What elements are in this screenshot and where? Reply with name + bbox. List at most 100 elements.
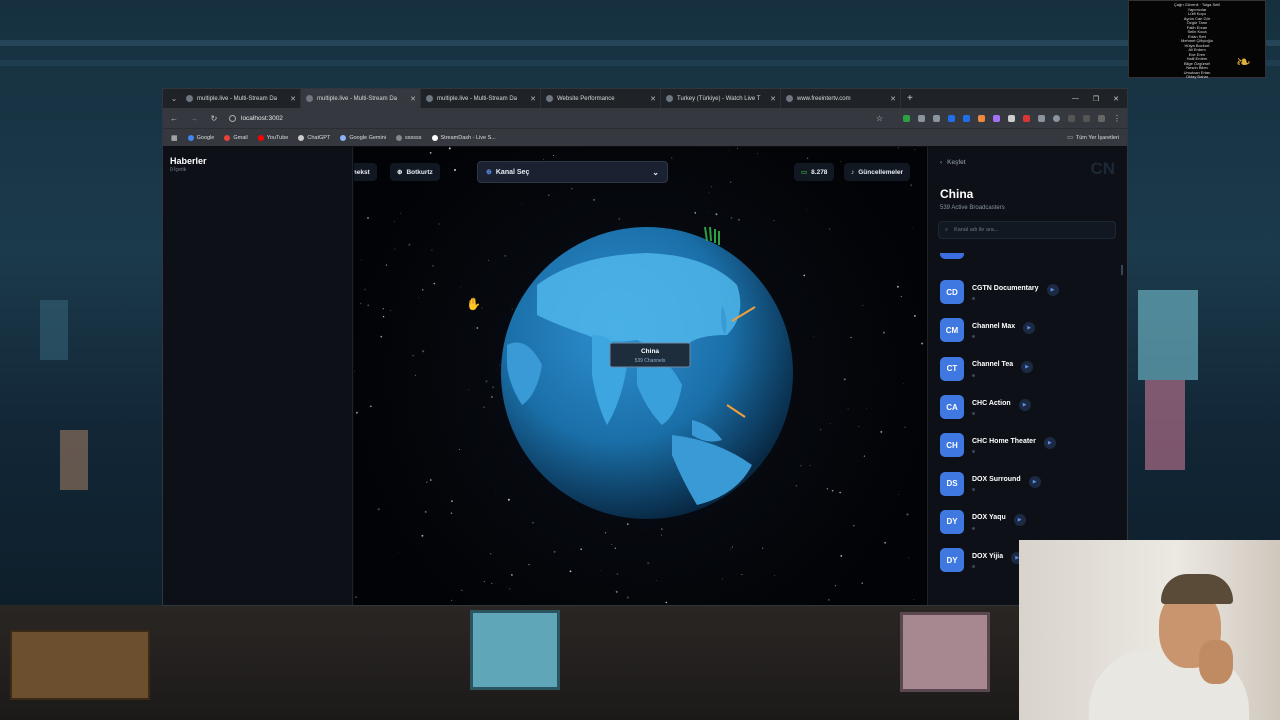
viewer-count-badge[interactable]: ▭ 8.278 bbox=[794, 163, 835, 181]
extension-icon[interactable] bbox=[978, 114, 985, 122]
channel-select-dropdown[interactable]: ⊕ Kanal Seç ⌄ bbox=[477, 161, 668, 183]
browser-tab[interactable]: Website Performance ✕ bbox=[541, 89, 661, 108]
tab-favicon-icon bbox=[426, 95, 433, 102]
star bbox=[615, 590, 618, 593]
channel-badge: CT bbox=[940, 356, 964, 381]
forward-icon[interactable]: → bbox=[189, 114, 199, 123]
bookmark-star-icon[interactable]: ☆ bbox=[876, 114, 883, 123]
url-field[interactable]: localhost:3002 bbox=[229, 114, 283, 122]
address-bar: ← → ↻ localhost:3002 ☆ ⋮ bbox=[163, 108, 1127, 128]
profile-icon[interactable] bbox=[1053, 114, 1060, 122]
bookmark-item[interactable]: Google Gemini bbox=[340, 134, 386, 141]
star bbox=[460, 286, 462, 288]
new-tab-button[interactable]: + bbox=[907, 93, 913, 104]
extension-icon[interactable] bbox=[903, 114, 910, 122]
star bbox=[491, 396, 493, 398]
channel-list-item[interactable]: CM Channel Max ▶ bbox=[940, 311, 1117, 349]
channel-search-input[interactable]: ⌕ Kanal adı ile ara... bbox=[938, 221, 1116, 239]
maximize-icon[interactable]: ❐ bbox=[1093, 95, 1099, 103]
extension-icon[interactable] bbox=[1038, 114, 1045, 122]
browser-tab[interactable]: www.freeintertv.com ✕ bbox=[781, 89, 901, 108]
star bbox=[853, 525, 855, 527]
extension-icon[interactable] bbox=[948, 114, 955, 122]
channel-list-item[interactable]: DS DOX Surround ▶ bbox=[940, 464, 1117, 502]
tab-search-icon[interactable]: ⌄ bbox=[167, 94, 181, 103]
3d-globe[interactable]: China 539 Channels bbox=[497, 225, 797, 525]
extensions-puzzle-icon[interactable] bbox=[1068, 114, 1075, 122]
wallpaper-lamp bbox=[60, 430, 88, 490]
browser-tab[interactable]: multiple.live - Multi-Stream Da ✕ bbox=[301, 89, 421, 108]
tab-title: multiple.live - Multi-Stream Da bbox=[437, 95, 518, 102]
globe-view[interactable]: inekst ⊕ Botkurtz ⊕ Kanal Seç ⌄ ▭ 8.278 … bbox=[354, 147, 927, 605]
bookmark-item[interactable]: StreamDash - Live S... bbox=[431, 134, 496, 141]
status-dot bbox=[972, 335, 975, 339]
reload-icon[interactable]: ↻ bbox=[209, 114, 219, 123]
explore-back-link[interactable]: ‹ Keşfet bbox=[940, 159, 966, 166]
close-tab-icon[interactable]: ✕ bbox=[290, 95, 296, 103]
all-bookmarks-link[interactable]: ▭ Tüm Yer İşaretleri bbox=[1067, 134, 1119, 142]
play-icon[interactable]: ▶ bbox=[1046, 284, 1059, 297]
minimize-icon[interactable]: — bbox=[1072, 95, 1079, 103]
channel-list-item[interactable]: CD CGTN Documentary ▶ bbox=[940, 273, 1117, 311]
bookmark-item[interactable]: Gmail bbox=[224, 134, 248, 141]
star bbox=[422, 289, 424, 291]
bookmark-favicon-icon bbox=[396, 134, 402, 141]
star bbox=[774, 575, 775, 576]
scrollbar[interactable] bbox=[1121, 265, 1123, 275]
close-tab-icon[interactable]: ✕ bbox=[650, 95, 656, 103]
toolbar-button-1[interactable]: inekst bbox=[354, 163, 377, 181]
play-icon[interactable]: ▶ bbox=[1028, 475, 1041, 488]
explore-back-label: Keşfet bbox=[947, 159, 966, 166]
channel-list-item[interactable]: CH CHC Home Theater ▶ bbox=[940, 426, 1117, 464]
close-tab-icon[interactable]: ✕ bbox=[890, 95, 896, 103]
bookmark-item[interactable]: Google bbox=[187, 134, 214, 141]
play-icon[interactable]: ▶ bbox=[1018, 399, 1031, 412]
extension-icon[interactable] bbox=[993, 114, 1000, 122]
extension-icon[interactable] bbox=[963, 114, 970, 122]
play-icon[interactable]: ▶ bbox=[1043, 437, 1056, 450]
download-icon[interactable] bbox=[918, 114, 925, 122]
bookmark-label: Google Gemini bbox=[349, 134, 386, 141]
avatar[interactable] bbox=[1098, 114, 1105, 122]
toolbar-button-2[interactable]: ⊕ Botkurtz bbox=[390, 163, 440, 181]
bookmark-item[interactable]: ChatGPT bbox=[298, 134, 330, 141]
close-window-icon[interactable]: ✕ bbox=[1113, 95, 1119, 103]
close-tab-icon[interactable]: ✕ bbox=[410, 95, 416, 103]
chevron-down-icon: ⌄ bbox=[652, 167, 659, 177]
browser-window: ⌄ multiple.live - Multi-Stream Da ✕ multip… bbox=[162, 88, 1128, 606]
toolbar-button-2-label: Botkurtz bbox=[406, 168, 433, 176]
extension-icon[interactable] bbox=[1008, 114, 1015, 122]
star bbox=[730, 548, 732, 550]
bookmark-item[interactable]: ssssss bbox=[396, 134, 422, 141]
bookmark-item[interactable]: YouTube bbox=[257, 134, 288, 141]
status-dot bbox=[972, 526, 975, 530]
site-info-icon[interactable] bbox=[229, 114, 236, 122]
apps-grid-icon[interactable]: ▦ bbox=[171, 134, 178, 142]
play-icon[interactable]: ▶ bbox=[1023, 322, 1036, 335]
close-tab-icon[interactable]: ✕ bbox=[770, 95, 776, 103]
channel-list-item[interactable]: CA CHC Action ▶ bbox=[940, 388, 1117, 426]
back-icon[interactable]: ← bbox=[169, 114, 179, 123]
star bbox=[430, 479, 432, 481]
browser-tab[interactable]: Turkey (Türkiye) - Watch Live T ✕ bbox=[661, 89, 781, 108]
play-icon[interactable]: ▶ bbox=[1013, 513, 1026, 526]
star bbox=[850, 336, 852, 339]
channel-list-item[interactable]: DY DOX Yaqu ▶ bbox=[940, 503, 1117, 541]
menu-icon[interactable]: ⋮ bbox=[1113, 114, 1121, 123]
extension-icon[interactable] bbox=[933, 114, 940, 122]
status-dot bbox=[972, 565, 975, 569]
news-count: 0 İçerik bbox=[170, 167, 187, 173]
star bbox=[813, 336, 815, 337]
bookmark-list: Google Gmail YouTube ChatGPT Google Gemini ss… bbox=[187, 134, 496, 141]
sidebar-icon[interactable] bbox=[1083, 114, 1090, 122]
play-icon[interactable]: ▶ bbox=[1021, 360, 1034, 373]
browser-tab[interactable]: multiple.live - Multi-Stream Da ✕ bbox=[421, 89, 541, 108]
close-tab-icon[interactable]: ✕ bbox=[530, 95, 536, 103]
channel-list-item[interactable]: CT Channel Tea ▶ bbox=[940, 350, 1117, 388]
extension-icon[interactable] bbox=[1023, 114, 1030, 122]
window-controls: — ❐ ✕ bbox=[1072, 95, 1127, 103]
channel-badge: DS bbox=[940, 471, 964, 496]
browser-tab[interactable]: multiple.live - Multi-Stream Da ✕ bbox=[181, 89, 301, 108]
updates-button[interactable]: ♪ Güncellemeler bbox=[844, 163, 911, 181]
status-dot bbox=[972, 488, 975, 492]
